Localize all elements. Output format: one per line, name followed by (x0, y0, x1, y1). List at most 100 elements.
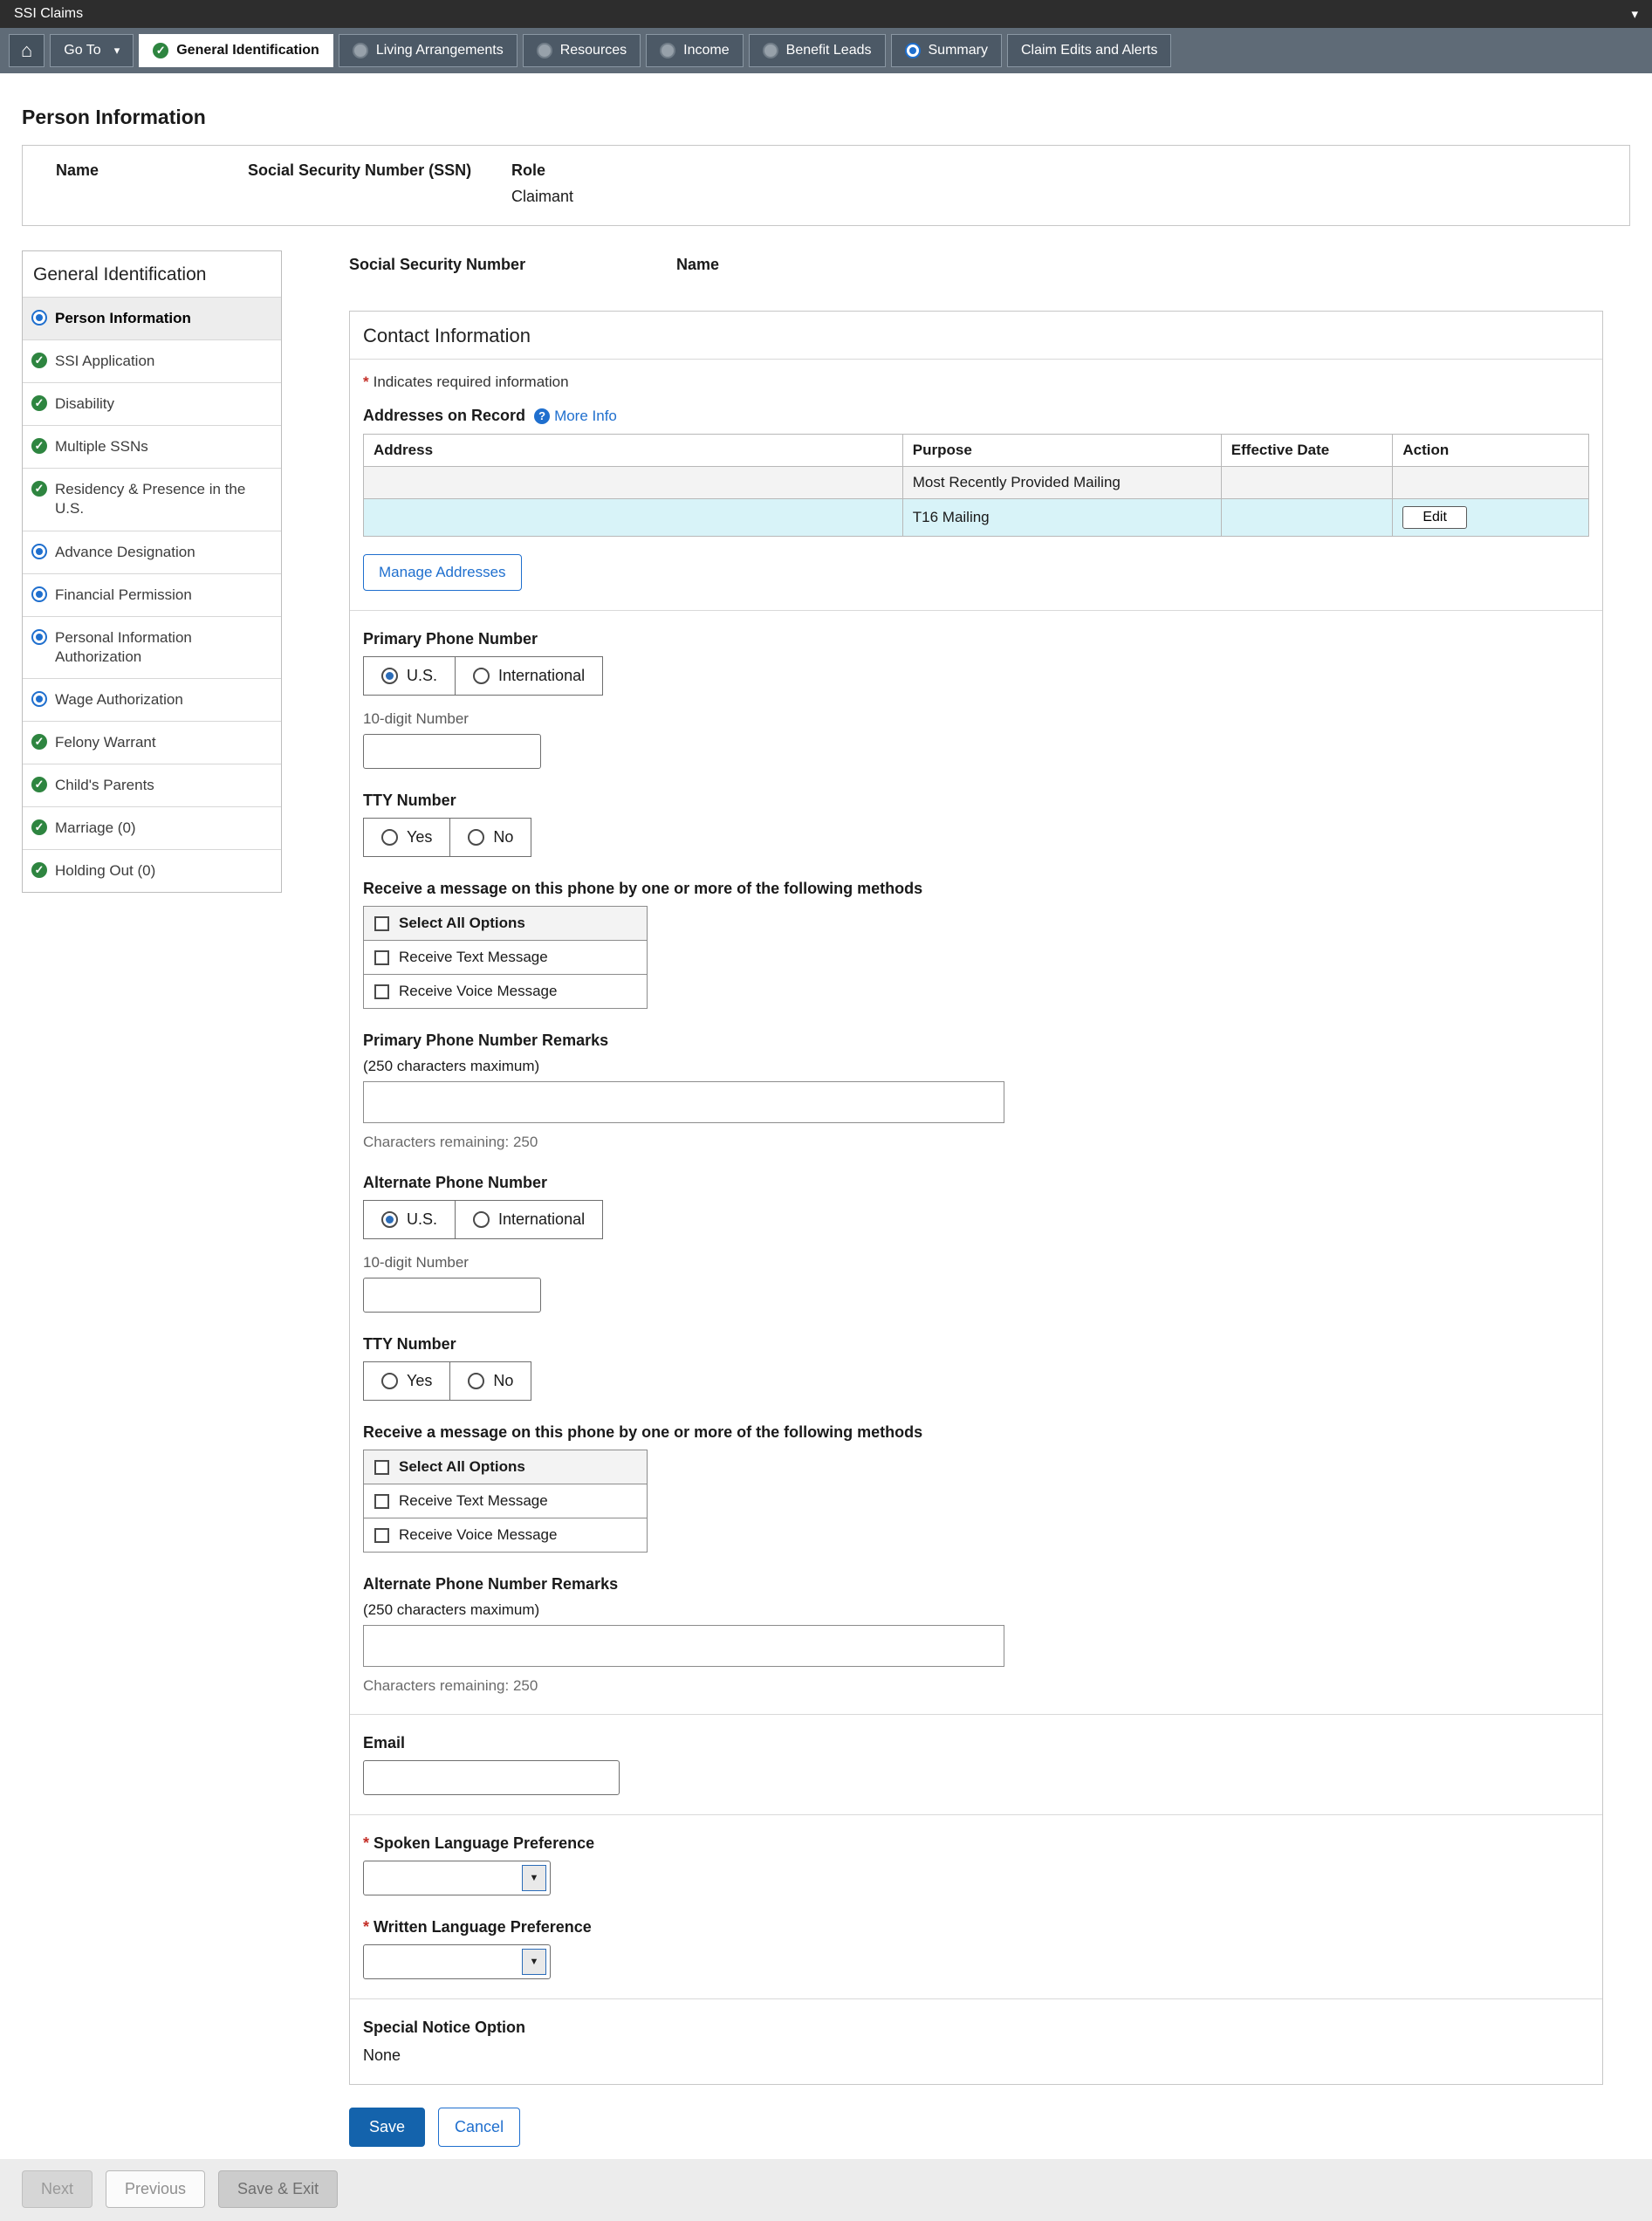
more-info-label: More Info (554, 408, 617, 425)
checkbox-select-all[interactable] (374, 916, 389, 931)
app-title: SSI Claims (14, 6, 83, 22)
sidebar-item-advance-designation[interactable]: Advance Designation (23, 531, 281, 573)
primary-phone-input[interactable] (363, 734, 541, 769)
next-button[interactable]: Next (22, 2170, 93, 2208)
radio-tty-no-label: No (493, 1372, 513, 1390)
primary-remarks-remaining: Characters remaining: 250 (363, 1134, 1589, 1151)
more-info-link[interactable]: ? More Info (534, 408, 617, 425)
primary-tty-yes-option[interactable]: Yes (364, 819, 449, 856)
sidebar-item-person-information[interactable]: Person Information (23, 297, 281, 339)
alternate-10digit-label: 10-digit Number (363, 1254, 1589, 1272)
previous-button[interactable]: Previous (106, 2170, 205, 2208)
radio-us-selected[interactable] (381, 1211, 398, 1228)
home-button[interactable]: ⌂ (9, 34, 45, 67)
alternate-tty-yes-option[interactable]: Yes (364, 1362, 449, 1400)
go-to-dropdown[interactable]: Go To ▾ (50, 34, 134, 67)
manage-addresses-button[interactable]: Manage Addresses (363, 554, 522, 591)
checkbox-select-all[interactable] (374, 1460, 389, 1475)
cancel-button[interactable]: Cancel (438, 2108, 520, 2147)
addresses-heading: Addresses on Record (363, 407, 525, 425)
sidebar-item-financial-permission[interactable]: Financial Permission (23, 573, 281, 616)
tab-income[interactable]: Income (646, 34, 743, 67)
go-to-label: Go To (64, 43, 100, 58)
spoken-language-select[interactable] (363, 1861, 551, 1895)
alternate-select-all-option[interactable]: Select All Options (363, 1450, 648, 1484)
primary-phone-type-group: U.S. International (363, 656, 603, 696)
radio-us-selected[interactable] (381, 668, 398, 684)
sidebar-item-childs-parents[interactable]: Child's Parents (23, 764, 281, 806)
sidebar-item-disability[interactable]: Disability (23, 382, 281, 425)
in-progress-icon (31, 310, 47, 326)
alternate-phone-input[interactable] (363, 1278, 541, 1313)
radio-tty-yes[interactable] (381, 829, 398, 846)
sidebar-item-residency-presence[interactable]: Residency & Presence in the U.S. (23, 468, 281, 530)
collapse-caret-icon[interactable]: ▾ (1631, 6, 1638, 22)
primary-select-all-option[interactable]: Select All Options (363, 906, 648, 941)
alternate-remarks-remaining: Characters remaining: 250 (363, 1677, 1589, 1695)
sidebar-item-label: Person Information (55, 309, 191, 328)
alternate-remarks-textarea[interactable] (363, 1625, 1004, 1667)
page-title: Person Information (22, 106, 1630, 129)
primary-remarks-textarea[interactable] (363, 1081, 1004, 1123)
save-and-exit-button[interactable]: Save & Exit (218, 2170, 338, 2208)
complete-check-icon (31, 862, 47, 878)
checkbox-label: Select All Options (399, 915, 525, 932)
tab-label: General Identification (176, 43, 319, 58)
primary-tty-no-option[interactable]: No (449, 819, 531, 856)
sidebar-item-personal-information-authorization[interactable]: Personal Information Authorization (23, 616, 281, 678)
tab-living-arrangements[interactable]: Living Arrangements (339, 34, 518, 67)
primary-text-message-option[interactable]: Receive Text Message (363, 940, 648, 975)
radio-us-label: U.S. (407, 667, 437, 685)
save-button[interactable]: Save (349, 2108, 425, 2147)
radio-international[interactable] (473, 1211, 490, 1228)
sidebar-title: General Identification (23, 251, 281, 297)
alternate-tty-no-option[interactable]: No (449, 1362, 531, 1400)
primary-voice-message-option[interactable]: Receive Voice Message (363, 974, 648, 1009)
tab-summary[interactable]: Summary (891, 34, 1002, 67)
alternate-phone-us-option[interactable]: U.S. (364, 1201, 455, 1238)
radio-tty-yes-label: Yes (407, 828, 432, 847)
checkbox-voice-message[interactable] (374, 984, 389, 999)
alternate-remarks-hint: (250 characters maximum) (363, 1601, 1589, 1619)
edit-address-button[interactable]: Edit (1402, 506, 1467, 529)
complete-check-icon (31, 481, 47, 497)
checkbox-text-message[interactable] (374, 950, 389, 965)
spoken-language-label-text: Spoken Language Preference (374, 1834, 594, 1852)
radio-international[interactable] (473, 668, 490, 684)
sidebar-item-multiple-ssns[interactable]: Multiple SSNs (23, 425, 281, 468)
radio-tty-no[interactable] (468, 829, 484, 846)
tab-label: Summary (929, 43, 988, 58)
sidebar-item-holding-out[interactable]: Holding Out (0) (23, 849, 281, 892)
primary-10digit-label: 10-digit Number (363, 710, 1589, 728)
email-field[interactable] (363, 1760, 620, 1795)
tab-claim-edits-and-alerts[interactable]: Claim Edits and Alerts (1007, 34, 1172, 67)
primary-phone-us-option[interactable]: U.S. (364, 657, 455, 695)
checkbox-text-message[interactable] (374, 1494, 389, 1509)
alternate-text-message-option[interactable]: Receive Text Message (363, 1484, 648, 1518)
tab-benefit-leads[interactable]: Benefit Leads (749, 34, 886, 67)
home-icon: ⌂ (21, 39, 32, 62)
sidebar-item-wage-authorization[interactable]: Wage Authorization (23, 678, 281, 721)
checkbox-voice-message[interactable] (374, 1528, 389, 1543)
alternate-tty-label: TTY Number (363, 1335, 1589, 1354)
primary-phone-international-option[interactable]: International (455, 657, 602, 695)
email-section: Email (350, 1714, 1602, 1814)
tab-resources[interactable]: Resources (523, 34, 641, 67)
sidebar-item-ssi-application[interactable]: SSI Application (23, 339, 281, 382)
radio-tty-no[interactable] (468, 1373, 484, 1389)
sidebar-item-marriage[interactable]: Marriage (0) (23, 806, 281, 849)
alternate-phone-international-option[interactable]: International (455, 1201, 602, 1238)
column-header-action: Action (1393, 435, 1589, 467)
complete-check-icon (31, 819, 47, 835)
in-progress-icon (31, 629, 47, 645)
written-language-select[interactable] (363, 1944, 551, 1979)
tab-general-identification[interactable]: General Identification (139, 34, 333, 67)
required-asterisk: * (363, 374, 369, 391)
primary-methods-list: Select All Options Receive Text Message … (363, 906, 648, 1009)
sidebar-item-label: Personal Information Authorization (55, 628, 272, 667)
radio-us-label: U.S. (407, 1210, 437, 1229)
not-started-circle-icon (537, 43, 552, 58)
radio-tty-yes[interactable] (381, 1373, 398, 1389)
sidebar-item-felony-warrant[interactable]: Felony Warrant (23, 721, 281, 764)
alternate-voice-message-option[interactable]: Receive Voice Message (363, 1518, 648, 1553)
